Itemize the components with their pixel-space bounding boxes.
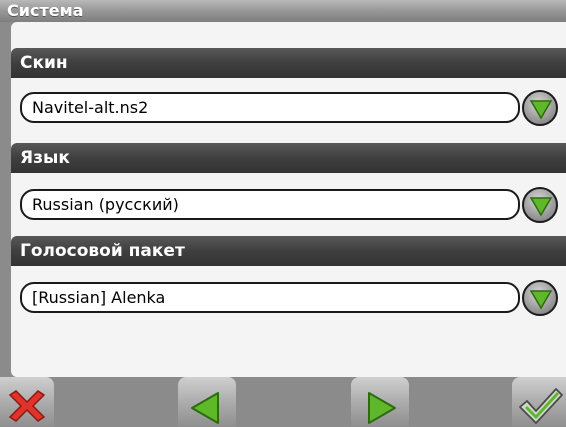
voice-pack-section-header: Голосовой пакет <box>11 236 566 266</box>
settings-window: Система Скин Navitel-alt.ns2 Язык Russia… <box>0 0 566 427</box>
skin-select[interactable]: Navitel-alt.ns2 <box>20 92 520 123</box>
voice-pack-select[interactable]: [Russian] Alenka <box>20 282 520 313</box>
checkmark-icon <box>519 388 563 424</box>
language-select[interactable]: Russian (русский) <box>20 189 520 220</box>
cancel-button[interactable] <box>0 377 54 427</box>
chevron-down-icon <box>529 197 553 217</box>
language-section-header: Язык <box>11 143 566 173</box>
skin-section-header: Скин <box>11 48 566 78</box>
back-arrow-icon <box>191 392 219 424</box>
bottom-toolbar <box>0 377 566 427</box>
forward-button[interactable] <box>351 377 409 427</box>
voice-pack-dropdown-button[interactable] <box>522 280 558 316</box>
window-title: Система <box>0 0 566 22</box>
chevron-down-icon <box>529 290 553 310</box>
language-dropdown-button[interactable] <box>522 187 558 223</box>
confirm-button[interactable] <box>512 377 566 427</box>
forward-arrow-icon <box>368 392 396 424</box>
back-button[interactable] <box>178 377 236 427</box>
close-icon <box>8 390 46 422</box>
skin-dropdown-button[interactable] <box>522 90 558 126</box>
chevron-down-icon <box>529 100 553 120</box>
